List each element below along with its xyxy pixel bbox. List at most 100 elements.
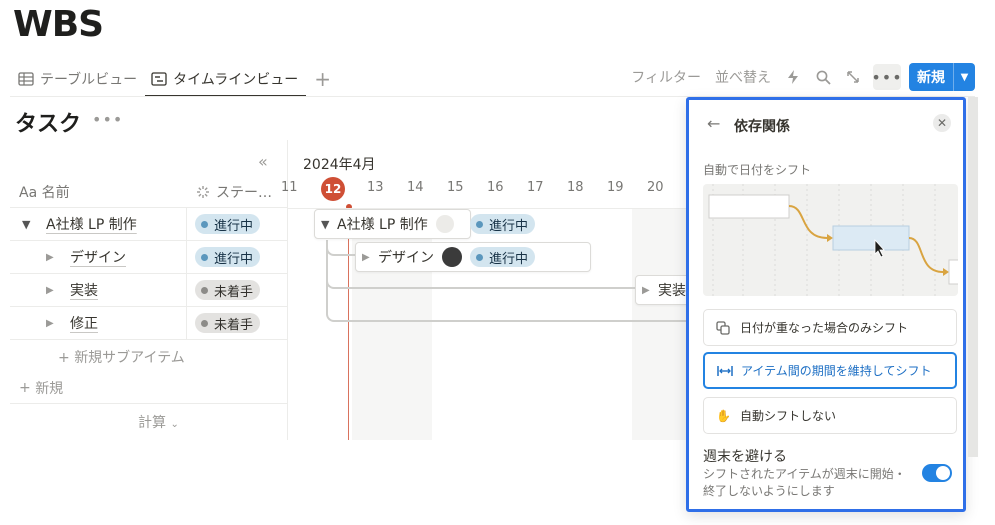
timeline-day-label: 18 xyxy=(567,180,584,195)
toggle-closed-icon[interactable]: ▶ xyxy=(642,285,656,296)
page-title: WBS xyxy=(13,4,104,45)
status-badge[interactable]: 進行中 xyxy=(470,247,536,267)
toggle-closed-icon[interactable]: ▶ xyxy=(46,252,60,263)
timeline-day-label: 11 xyxy=(281,180,298,195)
option-no-auto-shift[interactable]: ✋ 自動シフトしない xyxy=(703,397,957,434)
chevron-down-icon[interactable]: ▼ xyxy=(953,63,975,91)
timeline-bar[interactable]: ▼ A社様 LP 制作 xyxy=(314,209,471,239)
option-label: アイテム間の期間を維持してシフト xyxy=(741,364,932,378)
column-header-status[interactable]: ステー… xyxy=(188,182,272,202)
avoid-weekend-description: シフトされたアイテムが週末に開始・終了しないようにします xyxy=(703,467,906,498)
timeline-day-label: 20 xyxy=(647,180,664,195)
option-keep-gap[interactable]: アイテム間の期間を維持してシフト xyxy=(703,352,957,389)
row-name[interactable]: デザイン xyxy=(70,247,126,267)
tab-label: テーブルビュー xyxy=(40,72,138,88)
database-title: タスク xyxy=(15,112,82,137)
timeline-day-label: 13 xyxy=(367,180,384,195)
option-shift-on-overlap[interactable]: 日付が重なった場合のみシフト xyxy=(703,309,957,346)
timeline-icon xyxy=(151,72,167,86)
toggle-open-icon[interactable]: ▼ xyxy=(22,218,36,231)
avatar xyxy=(442,247,462,267)
new-button-label[interactable]: 新規 xyxy=(909,63,953,91)
chevron-down-icon: ⌄ xyxy=(170,419,179,430)
section-label: 自動で日付をシフト xyxy=(703,163,812,177)
add-view-icon[interactable]: + xyxy=(314,67,331,91)
shift-illustration xyxy=(703,184,958,296)
text-property-icon: Aa xyxy=(19,184,38,201)
table-row[interactable]: ▼ A社様 LP 制作 進行中 xyxy=(10,208,288,241)
toggle-closed-icon[interactable]: ▶ xyxy=(46,285,60,296)
status-text: 未着手 xyxy=(214,317,254,333)
tab-table-view[interactable]: テーブルビュー xyxy=(18,62,137,96)
row-name[interactable]: 修正 xyxy=(70,313,98,333)
timeline-day-label: 17 xyxy=(527,180,544,195)
panel-title: 依存関係 xyxy=(734,119,790,135)
column-header-name[interactable]: Aa 名前 xyxy=(10,182,188,202)
tab-timeline-view[interactable]: タイムラインビュー xyxy=(145,62,307,97)
toggle-closed-icon[interactable]: ▶ xyxy=(46,318,60,329)
calc-label: 計算 xyxy=(138,415,166,431)
filter-button[interactable]: フィルター xyxy=(631,67,701,87)
status-badge[interactable]: 進行中 xyxy=(195,214,261,234)
table-row[interactable]: ▶ 実装 未着手 xyxy=(10,274,288,307)
hand-icon: ✋ xyxy=(716,408,731,423)
more-options-icon[interactable]: ••• xyxy=(871,64,902,90)
timeline-day-label: 16 xyxy=(487,180,504,195)
bar-title: A社様 LP 制作 xyxy=(337,217,428,233)
search-icon[interactable] xyxy=(815,69,831,85)
avoid-weekend-toggle[interactable] xyxy=(922,464,952,482)
new-button[interactable]: 新規 ▼ xyxy=(909,63,975,91)
close-icon[interactable]: ✕ xyxy=(933,114,951,132)
calculate-button[interactable]: 計算 ⌄ xyxy=(138,412,179,432)
column-label: 名前 xyxy=(41,184,70,201)
option-label: 日付が重なった場合のみシフト xyxy=(740,321,909,335)
timeline-month: 2024年4月 xyxy=(303,157,376,173)
keep-gap-icon xyxy=(717,365,733,377)
toolbar: フィルター 並べ替え ••• 新規 ▼ xyxy=(617,63,975,91)
table-row[interactable]: ▶ 修正 未着手 xyxy=(10,307,288,340)
more-options-icon[interactable]: ••• xyxy=(92,110,123,129)
add-new-row-button[interactable]: + 新規 xyxy=(10,372,288,404)
avoid-weekend-title: 週末を避ける xyxy=(703,449,787,465)
status-property-icon xyxy=(197,185,209,198)
sort-button[interactable]: 並べ替え xyxy=(715,67,771,87)
add-new-label: 新規 xyxy=(35,380,64,397)
status-badge[interactable]: 未着手 xyxy=(195,280,261,300)
collapse-table-icon[interactable]: « xyxy=(258,152,268,171)
toggle-closed-icon[interactable]: ▶ xyxy=(362,252,376,263)
tab-label: タイムラインビュー xyxy=(173,72,299,88)
add-sub-label: 新規サブアイテム xyxy=(74,350,185,366)
timeline-day-label: 15 xyxy=(447,180,464,195)
timeline-bar[interactable]: ▶ デザイン 進行中 xyxy=(355,242,591,272)
bar-title: 実装 xyxy=(658,283,686,299)
timeline-day-label: 14 xyxy=(407,180,424,195)
table-icon xyxy=(18,72,34,86)
expand-icon[interactable] xyxy=(845,69,861,85)
row-name[interactable]: 実装 xyxy=(70,280,98,300)
today-marker: 12 xyxy=(321,177,345,201)
status-text: 未着手 xyxy=(214,284,254,300)
status-badge[interactable]: 未着手 xyxy=(195,313,261,333)
scrollbar[interactable] xyxy=(968,97,978,457)
option-label: 自動シフトしない xyxy=(740,409,837,423)
table-row[interactable]: ▶ デザイン 進行中 xyxy=(10,241,288,274)
status-text: 進行中 xyxy=(214,251,254,267)
plus-icon: + xyxy=(19,379,36,396)
overlap-icon xyxy=(716,320,732,335)
plus-icon: + xyxy=(58,350,75,366)
automation-icon[interactable] xyxy=(785,69,801,85)
bar-title: デザイン xyxy=(378,250,434,266)
status-text: 進行中 xyxy=(489,251,529,267)
view-tabs: テーブルビュー タイムラインビュー + xyxy=(18,62,331,97)
status-badge[interactable]: 進行中 xyxy=(195,247,261,267)
column-label: ステー… xyxy=(216,184,272,201)
status-badge[interactable]: 進行中 xyxy=(470,214,536,234)
back-arrow-icon[interactable]: ← xyxy=(707,114,720,133)
dependency-panel: ← 依存関係 ✕ 自動で日付をシフト 日付が重なった場合のみシフト アイテム間の… xyxy=(686,97,966,512)
status-text: 進行中 xyxy=(489,218,529,234)
toggle-open-icon[interactable]: ▼ xyxy=(321,218,335,231)
table-header: Aa 名前 ステー… xyxy=(10,176,288,208)
row-name[interactable]: A社様 LP 制作 xyxy=(46,214,137,234)
add-sub-item-button[interactable]: + 新規サブアイテム xyxy=(58,347,185,367)
status-text: 進行中 xyxy=(214,218,254,234)
